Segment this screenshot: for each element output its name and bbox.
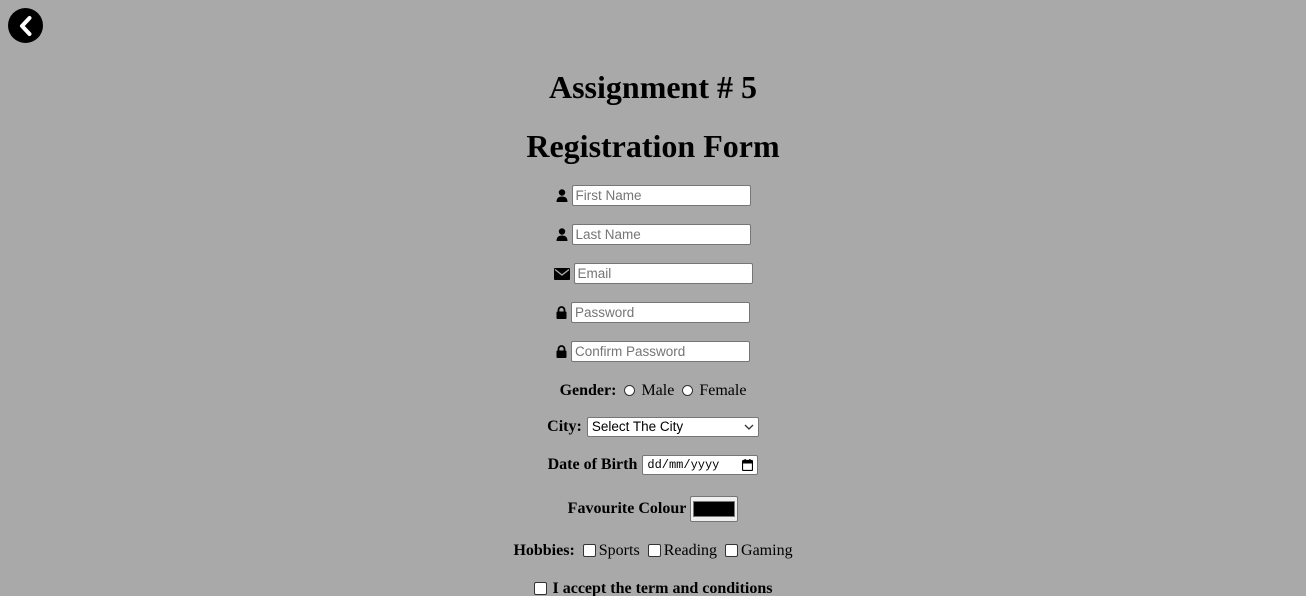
first-name-input[interactable] bbox=[571, 185, 751, 206]
hobby-option-sports: Sports bbox=[598, 542, 640, 559]
gender-radio-female[interactable] bbox=[682, 384, 694, 396]
lock-icon bbox=[556, 306, 567, 319]
dob-label: Date of Birth bbox=[547, 456, 638, 473]
password-row bbox=[0, 302, 1306, 323]
favourite-colour-label: Favourite Colour bbox=[567, 500, 687, 517]
first-name-row bbox=[0, 185, 1306, 206]
user-icon bbox=[556, 228, 568, 241]
last-name-input[interactable] bbox=[571, 224, 751, 245]
hobby-option-gaming: Gaming bbox=[741, 542, 793, 559]
email-input[interactable] bbox=[573, 263, 753, 284]
back-button[interactable] bbox=[8, 8, 43, 43]
dob-row: Date of Birth dd/mm/yyyy bbox=[0, 455, 1306, 475]
lock-icon bbox=[556, 345, 567, 358]
favourite-colour-row: Favourite Colour bbox=[0, 496, 1306, 522]
assignment-heading: Assignment # 5 bbox=[548, 69, 757, 105]
city-select-value: Select The City bbox=[591, 419, 684, 434]
confirm-password-row bbox=[0, 341, 1306, 362]
terms-checkbox[interactable] bbox=[533, 581, 547, 595]
chevron-left-icon bbox=[19, 15, 31, 36]
gender-option-female: Female bbox=[699, 382, 747, 399]
gender-row: Gender: Male Female bbox=[0, 381, 1306, 401]
colour-picker-swatch bbox=[693, 501, 736, 517]
chevron-down-icon bbox=[744, 418, 754, 436]
envelope-icon bbox=[553, 267, 570, 280]
gender-label: Gender: bbox=[559, 382, 617, 399]
hobby-checkbox-sports[interactable] bbox=[582, 543, 596, 557]
gender-option-male: Male bbox=[641, 382, 675, 399]
calendar-icon[interactable] bbox=[742, 456, 754, 474]
password-input[interactable] bbox=[571, 302, 750, 323]
dob-input-value: dd/mm/yyyy bbox=[647, 458, 720, 472]
user-icon bbox=[556, 189, 568, 202]
terms-row: I accept the term and conditions bbox=[0, 579, 1306, 596]
hobby-checkbox-gaming[interactable] bbox=[725, 543, 739, 557]
city-select[interactable]: Select The City bbox=[586, 417, 759, 437]
email-row bbox=[0, 263, 1306, 284]
city-row: City: Select The City bbox=[0, 417, 1306, 437]
hobby-checkbox-reading[interactable] bbox=[647, 543, 661, 557]
city-label: City: bbox=[547, 418, 582, 435]
terms-label: I accept the term and conditions bbox=[552, 580, 773, 596]
last-name-row bbox=[0, 224, 1306, 245]
confirm-password-input[interactable] bbox=[571, 341, 750, 362]
form-title: Registration Form bbox=[526, 128, 780, 164]
colour-picker[interactable] bbox=[690, 496, 739, 522]
hobbies-row: Hobbies: Sports Reading Gaming bbox=[0, 541, 1306, 561]
hobbies-label: Hobbies: bbox=[513, 542, 575, 559]
registration-page: Assignment # 5 Registration Form First N… bbox=[0, 0, 1306, 596]
gender-radio-male[interactable] bbox=[624, 384, 636, 396]
hobby-option-reading: Reading bbox=[663, 542, 718, 559]
dob-input[interactable]: dd/mm/yyyy bbox=[642, 455, 759, 475]
